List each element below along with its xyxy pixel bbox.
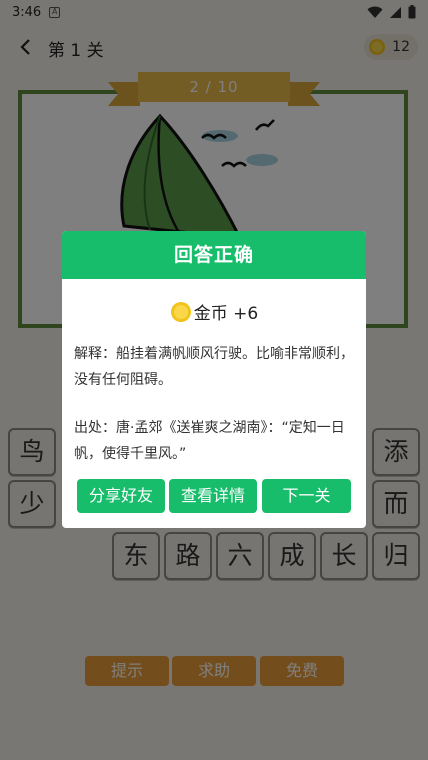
view-details-button[interactable]: 查看详情 — [169, 479, 257, 513]
dialog-title: 回答正确 — [62, 231, 366, 279]
idiom-explanation: 解释：船挂着满帆顺风行驶。比喻非常顺利，没有任何阻碍。 — [74, 346, 354, 388]
correct-answer-dialog: 回答正确 金币 +6 解释：船挂着满帆顺风行驶。比喻非常顺利，没有任何阻碍。 出… — [62, 231, 366, 528]
share-friends-button[interactable]: 分享好友 — [77, 479, 165, 513]
idiom-source: 出处：唐·孟郊《送崔爽之湖南》：“定知一日帆，使得千里风。” — [74, 420, 345, 462]
coin-icon — [170, 301, 191, 322]
next-level-button[interactable]: 下一关 — [262, 479, 351, 513]
reward-label: 金币 +6 — [193, 304, 259, 324]
coin-reward: 金币 +6 — [62, 299, 366, 324]
